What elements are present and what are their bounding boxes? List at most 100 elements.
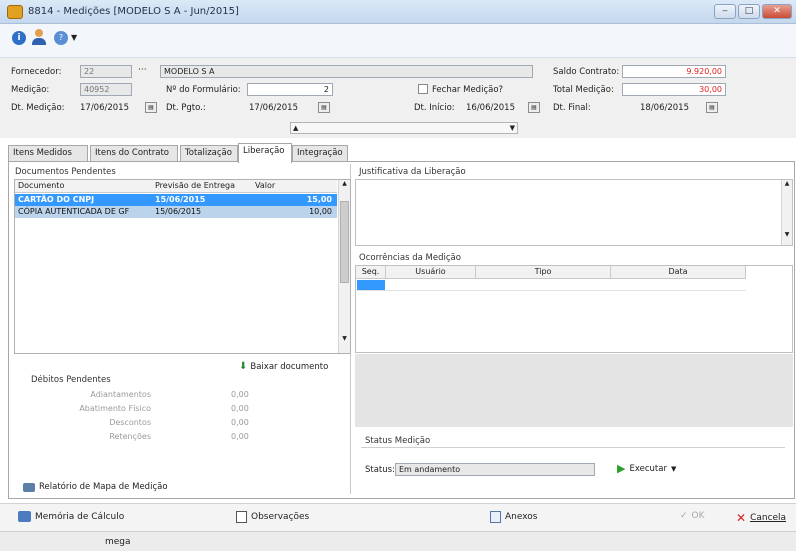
dt-medicao-value[interactable]: 17/06/2015 xyxy=(80,103,129,113)
table-row[interactable]: CÓPIA AUTENTICADA DE GF 15/06/2015 10,00 xyxy=(15,206,337,218)
liberacao-panel: Documentos Pendentes Documento Previsão … xyxy=(8,161,795,499)
col-documento[interactable]: Documento xyxy=(18,180,64,192)
status-medicao-title: Status Medição xyxy=(365,436,431,446)
table-row[interactable]: CARTÃO DO CNPJ 15/06/2015 15,00 xyxy=(15,194,337,206)
cancela-button[interactable]: ✕ Cancela xyxy=(736,511,786,525)
executar-label: Executar xyxy=(629,463,667,474)
minimize-button[interactable]: ‒ xyxy=(714,4,736,19)
table-row[interactable] xyxy=(356,279,746,291)
saldo-contrato-label: Saldo Contrato: xyxy=(553,67,620,77)
help-icon[interactable]: ? xyxy=(54,31,68,45)
cell-previsao: 15/06/2015 xyxy=(155,195,206,204)
toolbar: i ? ▼ xyxy=(0,24,796,58)
medicao-field: 40952 xyxy=(80,83,132,96)
tab-integracao[interactable]: Integração xyxy=(292,145,348,162)
dt-inicio-value[interactable]: 16/06/2015 xyxy=(466,103,515,113)
selected-cell[interactable] xyxy=(357,280,385,290)
cell-valor: 10,00 xyxy=(309,207,332,216)
fornecedor-label: Fornecedor: xyxy=(11,67,62,77)
baixar-documento-button[interactable]: ⬇ Baixar documento xyxy=(239,361,328,372)
scroll-thumb[interactable] xyxy=(340,201,349,283)
relatorio-label: Relatório de Mapa de Medição xyxy=(39,482,168,492)
report-icon xyxy=(23,482,35,492)
debito-label: Adiantamentos xyxy=(90,390,151,399)
maximize-button[interactable]: □ xyxy=(738,4,760,19)
user-icon[interactable] xyxy=(32,29,46,45)
close-button[interactable]: ✕ xyxy=(762,4,792,19)
chevron-down-icon[interactable]: ▼ xyxy=(71,33,77,42)
dt-final-label: Dt. Final: xyxy=(553,103,591,113)
tab-totalizacao[interactable]: Totalização xyxy=(180,145,238,162)
status-label: Status: xyxy=(365,465,395,475)
fechar-medicao-checkbox[interactable] xyxy=(418,84,428,94)
status-divider xyxy=(361,447,785,448)
empty-area xyxy=(355,354,793,427)
formulario-field[interactable]: 2 xyxy=(247,83,333,96)
fornecedor-code-field[interactable]: 22 xyxy=(80,65,132,78)
tab-itens-contrato[interactable]: Itens do Contrato xyxy=(90,145,178,162)
statusbar-user: mega xyxy=(105,537,131,547)
app-logo-icon xyxy=(7,5,23,19)
dt-inicio-calendar-icon[interactable]: ▤ xyxy=(528,102,540,113)
anexos-button[interactable]: Anexos xyxy=(490,511,537,523)
memoria-label: Memória de Cálculo xyxy=(35,511,125,522)
memoria-calculo-button[interactable]: Memória de Cálculo xyxy=(18,511,124,522)
documentos-pendentes-title: Documentos Pendentes xyxy=(15,167,116,177)
dt-inicio-label: Dt. Início: xyxy=(414,103,455,113)
ocorrencias-grid: Seq. Usuário Tipo Data xyxy=(355,265,793,353)
tab-liberacao[interactable]: Liberação xyxy=(238,143,292,163)
justificativa-scrollbar[interactable]: ▲ ▼ xyxy=(781,180,792,245)
left-panel: Documentos Pendentes Documento Previsão … xyxy=(11,164,351,494)
dt-medicao-calendar-icon[interactable]: ▤ xyxy=(145,102,157,113)
check-icon: ✓ xyxy=(680,511,688,521)
fornecedor-lookup-button[interactable]: ··· xyxy=(138,65,147,75)
debito-row: Descontos 0,00 xyxy=(41,418,271,432)
observacoes-button[interactable]: Observações xyxy=(236,511,309,523)
col-previsao[interactable]: Previsão de Entrega xyxy=(155,180,235,192)
cell-documento: CÓPIA AUTENTICADA DE GF xyxy=(18,207,130,216)
splitter-handle[interactable]: ▲ ▼ xyxy=(290,122,518,134)
form-header: Fornecedor: 22 ··· MODELO S A Medição: 4… xyxy=(0,58,796,138)
fechar-medicao-label: Fechar Medição? xyxy=(432,85,504,95)
status-bar: mega xyxy=(0,531,796,551)
dt-medicao-label: Dt. Medição: xyxy=(11,103,65,113)
debitos-list: Adiantamentos 0,00 Abatimento Físico 0,0… xyxy=(41,390,271,446)
ok-button[interactable]: ✓ OK xyxy=(680,511,705,521)
dt-pgto-calendar-icon[interactable]: ▤ xyxy=(318,102,330,113)
status-field: Em andamento xyxy=(395,463,595,476)
col-seq[interactable]: Seq. xyxy=(356,266,386,278)
relatorio-mapa-link[interactable]: Relatório de Mapa de Medição xyxy=(23,482,168,492)
justificativa-textarea[interactable]: ▲ ▼ xyxy=(355,179,793,246)
debito-row: Retenções 0,00 xyxy=(41,432,271,446)
debito-label: Retenções xyxy=(109,432,151,441)
col-data[interactable]: Data xyxy=(611,266,746,278)
observacoes-label: Observações xyxy=(251,512,310,522)
total-medicao-label: Total Medição: xyxy=(553,85,614,95)
anexos-label: Anexos xyxy=(505,512,538,522)
right-panel: Justificativa da Liberação ▲ ▼ Ocorrência… xyxy=(355,164,793,494)
dt-pgto-value[interactable]: 17/06/2015 xyxy=(249,103,298,113)
chevron-down-icon: ▼ xyxy=(670,464,677,473)
debito-value: 0,00 xyxy=(231,432,249,441)
dt-final-value[interactable]: 18/06/2015 xyxy=(640,103,689,113)
bottom-toolbar: Memória de Cálculo Observações Anexos ✓ … xyxy=(0,503,796,531)
col-usuario[interactable]: Usuário xyxy=(386,266,476,278)
debito-row: Adiantamentos 0,00 xyxy=(41,390,271,404)
executar-button[interactable]: ▶ Executar ▼ xyxy=(617,462,676,475)
dt-final-calendar-icon[interactable]: ▤ xyxy=(706,102,718,113)
cell-documento: CARTÃO DO CNPJ xyxy=(18,195,95,204)
tab-itens-medidos[interactable]: Itens Medidos xyxy=(8,145,88,162)
ocorrencias-title: Ocorrências da Medição xyxy=(359,253,461,263)
col-tipo[interactable]: Tipo xyxy=(476,266,611,278)
attachment-icon xyxy=(490,511,501,523)
cell-valor: 15,00 xyxy=(306,195,332,204)
col-valor[interactable]: Valor xyxy=(255,180,275,192)
ocorrencias-header: Seq. Usuário Tipo Data xyxy=(356,266,746,279)
info-icon[interactable]: i xyxy=(12,31,26,45)
medicao-label: Medição: xyxy=(11,85,50,95)
debito-label: Descontos xyxy=(109,418,151,427)
justificativa-title: Justificativa da Liberação xyxy=(359,167,466,177)
documentos-scrollbar[interactable]: ▲ ▼ xyxy=(338,180,350,353)
grid-header: Documento Previsão de Entrega Valor xyxy=(15,180,337,193)
debito-value: 0,00 xyxy=(231,418,249,427)
